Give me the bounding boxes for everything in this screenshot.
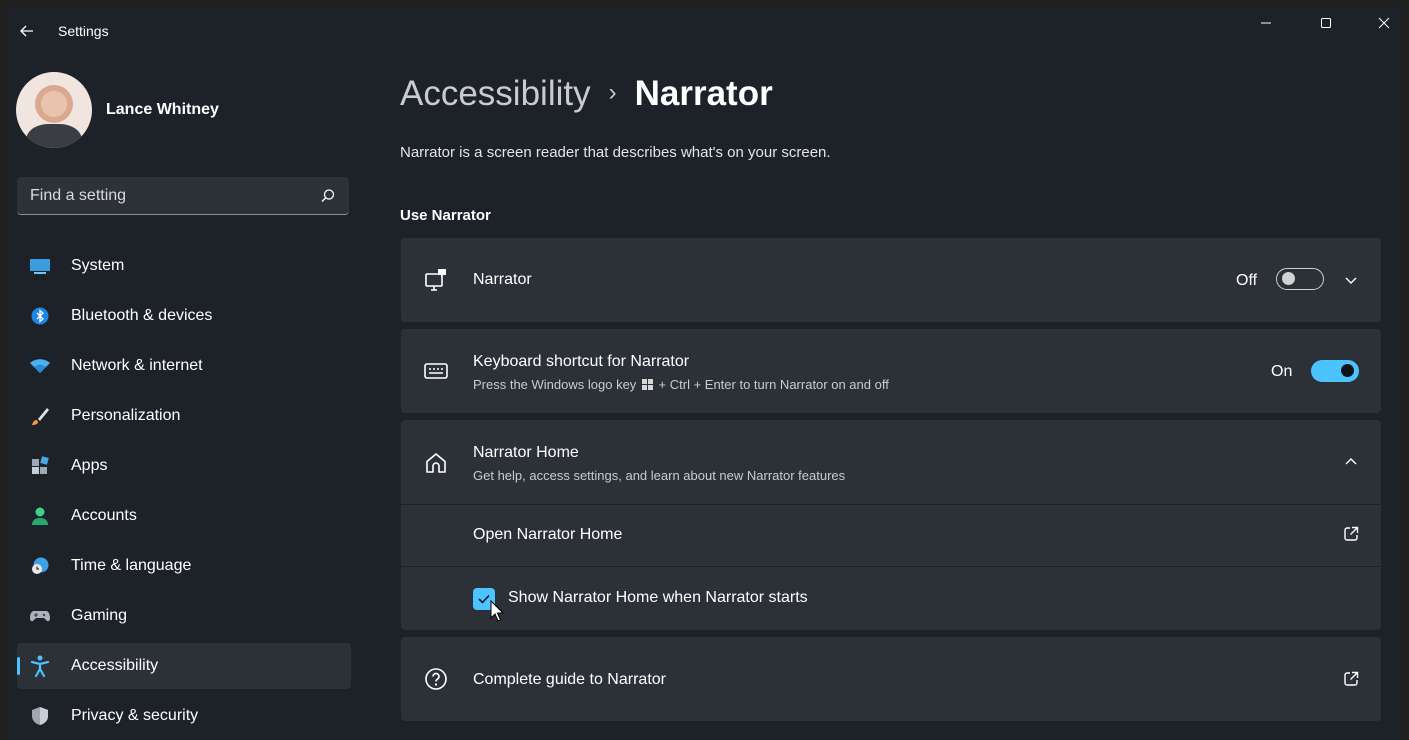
- narrator-state-label: Off: [1236, 272, 1258, 289]
- breadcrumb-separator: ›: [608, 79, 617, 106]
- sidebar-item-gaming[interactable]: Gaming: [17, 593, 351, 639]
- sidebar-item-label: Bluetooth & devices: [71, 307, 213, 324]
- gamepad-icon: [29, 606, 51, 626]
- sidebar-item-apps[interactable]: Apps: [17, 443, 351, 489]
- sidebar-item-network[interactable]: Network & internet: [17, 343, 351, 389]
- windows-logo-icon: [641, 379, 653, 390]
- minimize-button[interactable]: [1243, 8, 1289, 38]
- sidebar-item-time-language[interactable]: Time & language: [17, 543, 351, 589]
- narrator-home-title: Narrator Home: [473, 444, 579, 461]
- sidebar-item-label: Accessibility: [71, 657, 159, 674]
- sidebar-item-personalization[interactable]: Personalization: [17, 393, 351, 439]
- page-title: Narrator: [634, 74, 773, 113]
- complete-guide-title: Complete guide to Narrator: [473, 671, 666, 688]
- search-input[interactable]: Find a setting: [17, 177, 349, 215]
- sidebar-nav: System Bluetooth & devices Network & int…: [17, 243, 351, 740]
- complete-guide-card[interactable]: Complete guide to Narrator: [401, 637, 1381, 721]
- close-icon: [1378, 17, 1390, 29]
- close-button[interactable]: [1361, 8, 1401, 38]
- help-icon: [423, 666, 449, 692]
- sidebar-item-accessibility[interactable]: Accessibility: [17, 643, 351, 689]
- sidebar-item-label: Personalization: [71, 407, 181, 424]
- sidebar-item-label: Gaming: [71, 607, 128, 624]
- subtitle-part: + Ctrl + Enter to turn Narrator on and o…: [658, 377, 889, 392]
- subtitle-part: Press the Windows logo key: [473, 377, 637, 392]
- keyboard-shortcut-toggle[interactable]: [1311, 360, 1359, 382]
- app-title: Settings: [58, 23, 109, 39]
- selected-indicator: [17, 657, 20, 675]
- title-bar: Settings: [8, 8, 1401, 54]
- home-icon: [423, 450, 449, 476]
- person-icon: [29, 506, 51, 526]
- minimize-icon: [1261, 22, 1271, 24]
- keyboard-icon: [423, 358, 449, 384]
- wifi-icon: [29, 356, 51, 376]
- narrator-home-subtitle: Get help, access settings, and learn abo…: [473, 468, 846, 483]
- narrator-title: Narrator: [473, 271, 532, 288]
- narrator-toggle[interactable]: [1276, 268, 1324, 290]
- section-title: Use Narrator: [400, 207, 491, 224]
- keyboard-shortcut-subtitle: Press the Windows logo key + Ctrl + Ente…: [473, 377, 889, 392]
- sidebar-item-label: Accounts: [71, 507, 137, 524]
- sidebar-item-accounts[interactable]: Accounts: [17, 493, 351, 539]
- sidebar-item-label: Apps: [71, 457, 108, 474]
- external-link-icon: [1341, 669, 1361, 689]
- open-narrator-home-label: Open Narrator Home: [473, 526, 623, 543]
- apps-icon: [29, 456, 51, 476]
- breadcrumb: Accessibility › Narrator: [400, 74, 773, 114]
- settings-window: Settings Lance Whitney Find a setting Sy…: [8, 8, 1401, 740]
- sidebar-item-system[interactable]: System: [17, 243, 351, 289]
- sidebar-item-label: System: [71, 257, 125, 274]
- monitor-icon: [29, 256, 51, 276]
- globe-clock-icon: [29, 556, 51, 576]
- shield-icon: [29, 706, 51, 726]
- show-narrator-home-row: Show Narrator Home when Narrator starts: [401, 566, 1381, 631]
- open-narrator-home-row[interactable]: Open Narrator Home: [401, 504, 1381, 567]
- page-description: Narrator is a screen reader that describ…: [400, 144, 831, 161]
- narrator-card[interactable]: Narrator Off: [401, 238, 1381, 322]
- keyboard-shortcut-title: Keyboard shortcut for Narrator: [473, 353, 690, 370]
- back-button[interactable]: [14, 18, 40, 44]
- external-link-icon: [1341, 524, 1361, 544]
- maximize-icon: [1321, 18, 1331, 28]
- user-name: Lance Whitney: [106, 101, 219, 118]
- back-arrow-icon: [20, 25, 33, 37]
- show-narrator-home-label[interactable]: Show Narrator Home when Narrator starts: [508, 589, 808, 607]
- search-placeholder: Find a setting: [30, 187, 127, 204]
- keyboard-shortcut-state-label: On: [1271, 363, 1293, 380]
- checkmark-icon: [478, 594, 490, 604]
- maximize-button[interactable]: [1303, 8, 1349, 38]
- sidebar-item-label: Privacy & security: [71, 707, 199, 724]
- mouse-cursor-icon: [490, 600, 504, 622]
- chevron-down-icon[interactable]: [1341, 270, 1361, 290]
- brush-icon: [29, 406, 51, 426]
- chevron-up-icon[interactable]: [1341, 452, 1361, 472]
- sidebar-item-label: Network & internet: [71, 357, 203, 374]
- narrator-icon: [423, 267, 449, 293]
- accessibility-icon: [29, 655, 51, 677]
- sidebar-item-privacy-security[interactable]: Privacy & security: [17, 693, 351, 739]
- narrator-home-card: Narrator Home Get help, access settings,…: [401, 420, 1381, 630]
- sidebar-item-bluetooth[interactable]: Bluetooth & devices: [17, 293, 351, 339]
- breadcrumb-parent[interactable]: Accessibility: [400, 74, 591, 113]
- bluetooth-icon: [29, 306, 51, 326]
- search-icon: [321, 189, 335, 202]
- narrator-home-header[interactable]: Narrator Home Get help, access settings,…: [401, 420, 1381, 504]
- keyboard-shortcut-card: Keyboard shortcut for Narrator Press the…: [401, 329, 1381, 413]
- avatar: [16, 72, 92, 148]
- sidebar-item-label: Time & language: [71, 557, 192, 574]
